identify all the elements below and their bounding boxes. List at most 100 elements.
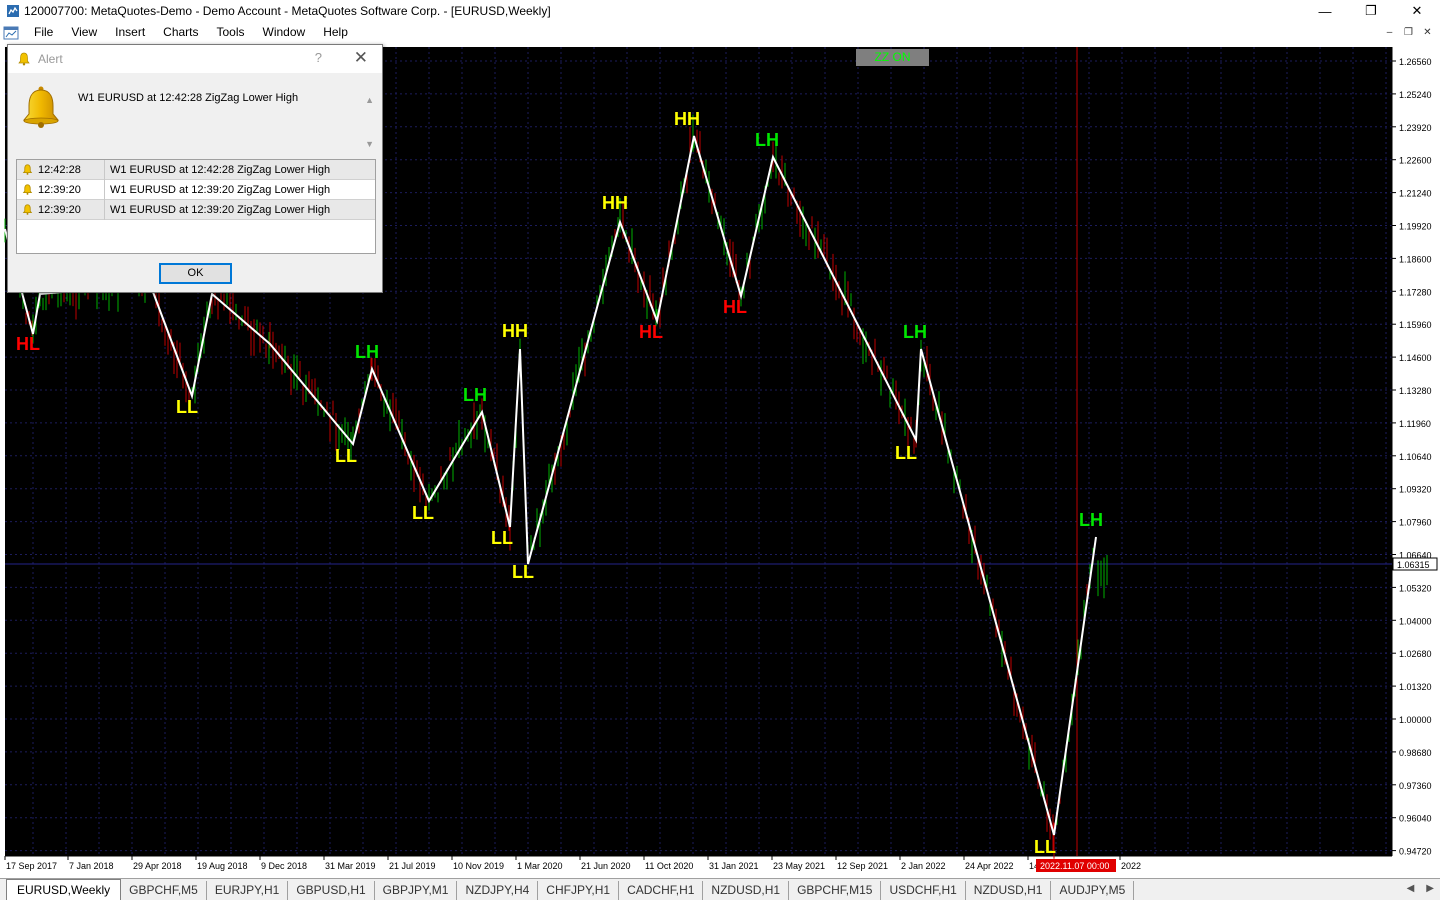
- tab-eurusd-weekly[interactable]: EURUSD,Weekly: [6, 879, 122, 900]
- tab-gbpchf-m15[interactable]: GBPCHF,M15: [789, 881, 882, 900]
- zigzag-label-ll: LL: [895, 443, 917, 463]
- scroll-up-icon[interactable]: ▲: [365, 95, 374, 105]
- menu-insert[interactable]: Insert: [106, 22, 154, 43]
- tab-chfjpy-h1[interactable]: CHFJPY,H1: [538, 881, 620, 900]
- alert-list-item[interactable]: 12:39:20 W1 EURUSD at 12:39:20 ZigZag Lo…: [17, 199, 375, 220]
- alert-row-time: 12:39:20: [38, 183, 81, 196]
- zigzag-label-ll: LL: [335, 446, 357, 466]
- price-axis-label: 1.15960: [1399, 320, 1432, 330]
- terminal-window: 120007700: MetaQuotes-Demo - Demo Accoun…: [0, 0, 1440, 900]
- alert-message-text: W1 EURUSD at 12:42:28 ZigZag Lower High: [78, 92, 299, 104]
- zz-toggle-button[interactable]: ZZ ON: [856, 49, 929, 66]
- chart-restore-icon[interactable]: ❐: [1400, 24, 1417, 40]
- date-axis-label: 31 Jan 2021: [709, 861, 759, 871]
- window-title: 120007700: MetaQuotes-Demo - Demo Accoun…: [24, 4, 551, 18]
- alert-list-item[interactable]: 12:42:28 W1 EURUSD at 12:42:28 ZigZag Lo…: [17, 159, 375, 180]
- zigzag-label-hh: HH: [674, 109, 700, 129]
- tab-gbpchf-m5[interactable]: GBPCHF,M5: [121, 881, 207, 900]
- date-axis-label: 12 Sep 2021: [837, 861, 888, 871]
- tab-usdchf-h1[interactable]: USDCHF,H1: [881, 881, 966, 900]
- zigzag-label-hl: HL: [639, 322, 663, 342]
- menu-help[interactable]: Help: [314, 22, 357, 43]
- menu-window[interactable]: Window: [254, 22, 315, 43]
- date-axis-label: 17 Sep 2017: [6, 861, 57, 871]
- maximize-button[interactable]: ❐: [1348, 0, 1394, 22]
- price-axis-label: 1.10640: [1399, 452, 1432, 462]
- price-axis-label: 0.96040: [1399, 814, 1432, 824]
- zigzag-label-hl: HL: [16, 334, 40, 354]
- date-axis-label: 21 Jun 2020: [581, 861, 631, 871]
- tab-audjpy-m5[interactable]: AUDJPY,M5: [1051, 881, 1135, 900]
- date-axis-label: 24 Apr 2022: [965, 861, 1014, 871]
- price-axis-label: 1.13280: [1399, 386, 1432, 396]
- alert-title-bar[interactable]: Alert ? ✕: [8, 45, 382, 73]
- zigzag-label-ll: LL: [1034, 837, 1056, 857]
- date-axis-label: 11 Oct 2020: [645, 861, 693, 871]
- zigzag-label-ll: LL: [491, 528, 513, 548]
- tab-nzdusd-h1[interactable]: NZDUSD,H1: [966, 881, 1052, 900]
- menu-charts[interactable]: Charts: [154, 22, 207, 43]
- price-axis-label: 1.19920: [1399, 222, 1432, 232]
- zigzag-label-lh: LH: [355, 342, 379, 362]
- price-axis-label: 1.26560: [1399, 57, 1432, 67]
- price-axis-label: 1.09320: [1399, 485, 1432, 495]
- tab-eurjpy-h1[interactable]: EURJPY,H1: [207, 881, 289, 900]
- tab-gbpjpy-m1[interactable]: GBPJPY,M1: [375, 881, 458, 900]
- menu-bar: File View Insert Charts Tools Window Hel…: [0, 22, 1440, 43]
- menu-file[interactable]: File: [25, 22, 62, 43]
- current-price-label: 1.06315: [1397, 560, 1430, 570]
- scroll-down-icon[interactable]: ▼: [365, 139, 374, 149]
- alert-close-button[interactable]: ✕: [354, 48, 368, 68]
- alert-help-button[interactable]: ?: [315, 50, 322, 65]
- date-axis-label: 19 Aug 2018: [197, 861, 248, 871]
- ok-button[interactable]: OK: [159, 263, 232, 284]
- chart-minimize-icon[interactable]: ‒: [1381, 24, 1398, 40]
- title-bar: 120007700: MetaQuotes-Demo - Demo Accoun…: [0, 0, 1440, 22]
- price-axis-label: 1.25240: [1399, 90, 1432, 100]
- chart-tab-bar: EURUSD,Weekly GBPCHF,M5 EURJPY,H1 GBPUSD,H1…: [0, 878, 1440, 900]
- price-axis-label: 1.05320: [1399, 583, 1432, 593]
- alert-row-message: W1 EURUSD at 12:39:20 ZigZag Lower High: [110, 183, 331, 196]
- date-axis-label: 10 Nov 2019: [453, 861, 504, 871]
- date-axis-label: 9 Dec 2018: [261, 861, 307, 871]
- zigzag-label-ll: LL: [512, 562, 534, 582]
- alert-row-message: W1 EURUSD at 12:42:28 ZigZag Lower High: [110, 163, 331, 176]
- price-axis-label: 0.97360: [1399, 781, 1432, 791]
- chart-window-icon[interactable]: [3, 25, 19, 41]
- menu-tools[interactable]: Tools: [208, 22, 254, 43]
- price-axis-label: 1.02680: [1399, 649, 1432, 659]
- date-axis-label: 2022: [1121, 861, 1141, 871]
- date-axis-label: 31 Mar 2019: [325, 861, 376, 871]
- close-button[interactable]: ✕: [1394, 0, 1440, 22]
- zigzag-label-ll: LL: [412, 503, 434, 523]
- date-axis-label: 21 Jul 2019: [389, 861, 436, 871]
- zigzag-label-hh: HH: [502, 321, 528, 341]
- alert-row-message: W1 EURUSD at 12:39:20 ZigZag Lower High: [110, 203, 331, 216]
- tab-gbpusd-h1[interactable]: GBPUSD,H1: [288, 881, 375, 900]
- zigzag-label-ll: LL: [176, 397, 198, 417]
- tab-nzdjpy-h4[interactable]: NZDJPY,H4: [457, 881, 539, 900]
- alert-message-area: W1 EURUSD at 12:42:28 ZigZag Lower High …: [16, 81, 376, 153]
- tab-scroll-left-icon[interactable]: ◀: [1407, 883, 1415, 894]
- alert-title: Alert: [38, 52, 63, 66]
- alert-list-item[interactable]: 12:39:20 W1 EURUSD at 12:39:20 ZigZag Lo…: [17, 179, 375, 200]
- zigzag-label-hl: HL: [723, 297, 747, 317]
- bell-icon: [22, 184, 33, 195]
- zigzag-label-lh: LH: [1079, 510, 1103, 530]
- minimize-button[interactable]: —: [1302, 0, 1348, 22]
- metatrader-app-icon: [7, 5, 19, 17]
- date-axis-label: 7 Jan 2018: [69, 861, 114, 871]
- date-axis-label: 2 Jan 2022: [901, 861, 946, 871]
- zigzag-label-hh: HH: [602, 193, 628, 213]
- price-axis-label: 1.18600: [1399, 254, 1432, 264]
- price-axis-label: 1.23920: [1399, 123, 1432, 133]
- chart-close-icon[interactable]: ✕: [1419, 24, 1436, 40]
- alert-history-list[interactable]: 12:42:28 W1 EURUSD at 12:42:28 ZigZag Lo…: [16, 159, 376, 254]
- tab-scroll-right-icon[interactable]: ▶: [1426, 883, 1434, 894]
- tab-cadchf-h1[interactable]: CADCHF,H1: [619, 881, 704, 900]
- tab-nzdusd-h1[interactable]: NZDUSD,H1: [703, 881, 790, 900]
- price-axis-label: 0.98680: [1399, 748, 1432, 758]
- menu-view[interactable]: View: [62, 22, 106, 43]
- price-axis-label: 1.14600: [1399, 353, 1432, 363]
- date-axis-label: 23 May 2021: [773, 861, 825, 871]
